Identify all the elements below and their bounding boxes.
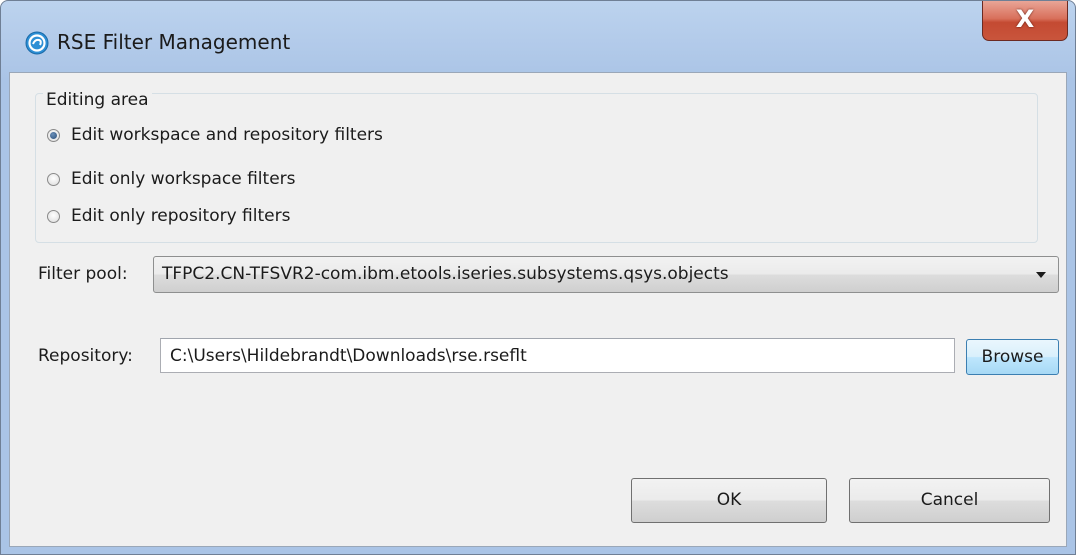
close-button[interactable]: X — [982, 1, 1068, 41]
radio-label: Edit only workspace filters — [71, 169, 296, 189]
radio-edit-only-repository[interactable]: Edit only repository filters — [47, 204, 290, 228]
editing-area-legend: Editing area — [43, 90, 152, 110]
radio-label: Edit only repository filters — [71, 206, 291, 226]
radio-button-checked[interactable] — [47, 128, 60, 142]
filter-pool-selected-value: TFPC2.CN-TFSVR2-com.ibm.etools.iseries.s… — [162, 264, 729, 284]
radio-label: Edit workspace and repository filters — [71, 125, 383, 145]
chevron-down-icon — [1036, 272, 1046, 278]
radio-button[interactable] — [47, 209, 60, 223]
browse-button[interactable]: Browse — [966, 339, 1059, 375]
rse-app-icon — [25, 31, 49, 55]
radio-edit-workspace-and-repository[interactable]: Edit workspace and repository filters — [47, 123, 383, 147]
filter-pool-dropdown[interactable]: TFPC2.CN-TFSVR2-com.ibm.etools.iseries.s… — [153, 256, 1059, 293]
cancel-button[interactable]: Cancel — [849, 478, 1050, 523]
repository-label: Repository: — [38, 346, 133, 366]
radio-button[interactable] — [47, 172, 60, 186]
radio-edit-only-workspace[interactable]: Edit only workspace filters — [47, 167, 296, 191]
title-bar[interactable]: RSE Filter Management X — [1, 1, 1075, 81]
window-title: RSE Filter Management — [57, 30, 291, 54]
editing-area-group: Editing area Edit workspace and reposito… — [35, 90, 1038, 243]
ok-button[interactable]: OK — [631, 478, 827, 523]
filter-pool-label: Filter pool: — [38, 264, 128, 284]
dialog-content: Editing area Edit workspace and reposito… — [9, 72, 1067, 547]
repository-input[interactable] — [160, 338, 955, 373]
close-icon: X — [1015, 5, 1035, 33]
rse-filter-management-dialog: RSE Filter Management X Editing area Edi… — [0, 0, 1076, 555]
